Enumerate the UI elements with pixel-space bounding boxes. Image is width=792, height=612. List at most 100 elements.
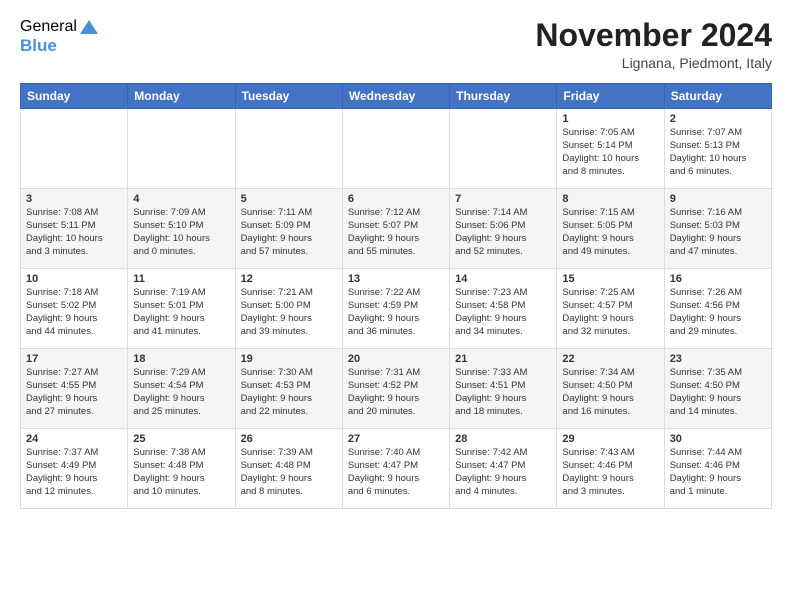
day-info: Sunrise: 7:19 AM Sunset: 5:01 PM Dayligh… [133, 287, 229, 338]
day-info: Sunrise: 7:26 AM Sunset: 4:56 PM Dayligh… [670, 287, 766, 338]
table-row: 5Sunrise: 7:11 AM Sunset: 5:09 PM Daylig… [235, 189, 342, 269]
table-row: 11 Sunrise: 7:19 AM Sunset: 5:01 PM Dayli… [128, 269, 235, 349]
col-friday: Friday [557, 84, 664, 109]
table-row: 9Sunrise: 7:16 AM Sunset: 5:03 PM Daylig… [664, 189, 771, 269]
logo: General Blue [20, 18, 98, 56]
logo-blue-text: Blue [20, 36, 57, 56]
table-row: 19 Sunrise: 7:30 AM Sunset: 4:53 PM Dayli… [235, 349, 342, 429]
calendar-week-5: 24Sunrise: 7:37 AM Sunset: 4:49 PM Dayli… [21, 429, 772, 509]
day-info: Sunrise: 7:37 AM Sunset: 4:49 PM Dayligh… [26, 447, 122, 498]
table-row: 17 Sunrise: 7:27 AM Sunset: 4:55 PM Dayli… [21, 349, 128, 429]
location: Lignana, Piedmont, Italy [535, 55, 772, 71]
table-row: 25Sunrise: 7:38 AM Sunset: 4:48 PM Dayli… [128, 429, 235, 509]
day-number: 28 [455, 433, 551, 445]
day-number: 18 [133, 353, 229, 365]
day-info: Sunrise: 7:18 AM Sunset: 5:02 PM Dayligh… [26, 287, 122, 338]
day-info: Sunrise: 7:34 AM Sunset: 4:50 PM Dayligh… [562, 367, 658, 418]
header: General Blue November 2024 Lignana, Pied… [20, 18, 772, 71]
col-tuesday: Tuesday [235, 84, 342, 109]
table-row [235, 109, 342, 189]
day-number: 27 [348, 433, 444, 445]
table-row: 16 Sunrise: 7:26 AM Sunset: 4:56 PM Dayli… [664, 269, 771, 349]
table-row: 29 Sunrise: 7:43 AM Sunset: 4:46 PM Dayli… [557, 429, 664, 509]
day-number: 19 [241, 353, 337, 365]
table-row: 3 Sunrise: 7:08 AM Sunset: 5:11 PM Daylig… [21, 189, 128, 269]
table-row: 8Sunrise: 7:15 AM Sunset: 5:05 PM Daylig… [557, 189, 664, 269]
table-row: 14Sunrise: 7:23 AM Sunset: 4:58 PM Dayli… [450, 269, 557, 349]
day-info: Sunrise: 7:05 AM Sunset: 5:14 PM Dayligh… [562, 127, 658, 178]
day-number: 17 [26, 353, 122, 365]
day-info: Sunrise: 7:30 AM Sunset: 4:53 PM Dayligh… [241, 367, 337, 418]
table-row [342, 109, 449, 189]
day-number: 1 [562, 113, 658, 125]
day-info: Sunrise: 7:44 AM Sunset: 4:46 PM Dayligh… [670, 447, 766, 498]
day-number: 4 [133, 193, 229, 205]
header-row: Sunday Monday Tuesday Wednesday Thursday… [21, 84, 772, 109]
day-number: 11 [133, 273, 229, 285]
day-info: Sunrise: 7:38 AM Sunset: 4:48 PM Dayligh… [133, 447, 229, 498]
day-info: Sunrise: 7:40 AM Sunset: 4:47 PM Dayligh… [348, 447, 444, 498]
table-row: 21 Sunrise: 7:33 AM Sunset: 4:51 PM Dayli… [450, 349, 557, 429]
day-number: 9 [670, 193, 766, 205]
table-row: 22 Sunrise: 7:34 AM Sunset: 4:50 PM Dayli… [557, 349, 664, 429]
table-row [128, 109, 235, 189]
table-row: 6 Sunrise: 7:12 AM Sunset: 5:07 PM Daylig… [342, 189, 449, 269]
table-row: 30 Sunrise: 7:44 AM Sunset: 4:46 PM Dayli… [664, 429, 771, 509]
day-number: 23 [670, 353, 766, 365]
day-number: 20 [348, 353, 444, 365]
day-info: Sunrise: 7:27 AM Sunset: 4:55 PM Dayligh… [26, 367, 122, 418]
table-row [21, 109, 128, 189]
table-row: 26 Sunrise: 7:39 AM Sunset: 4:48 PM Dayli… [235, 429, 342, 509]
logo-icon [80, 20, 98, 34]
day-info: Sunrise: 7:15 AM Sunset: 5:05 PM Dayligh… [562, 207, 658, 258]
day-info: Sunrise: 7:43 AM Sunset: 4:46 PM Dayligh… [562, 447, 658, 498]
day-number: 10 [26, 273, 122, 285]
day-number: 7 [455, 193, 551, 205]
day-number: 26 [241, 433, 337, 445]
col-thursday: Thursday [450, 84, 557, 109]
calendar-week-2: 3 Sunrise: 7:08 AM Sunset: 5:11 PM Daylig… [21, 189, 772, 269]
day-info: Sunrise: 7:31 AM Sunset: 4:52 PM Dayligh… [348, 367, 444, 418]
logo-blue: Blue [20, 36, 57, 56]
table-row: 28 Sunrise: 7:42 AM Sunset: 4:47 PM Dayli… [450, 429, 557, 509]
day-number: 6 [348, 193, 444, 205]
table-row: 15 Sunrise: 7:25 AM Sunset: 4:57 PM Dayli… [557, 269, 664, 349]
table-row: 18 Sunrise: 7:29 AM Sunset: 4:54 PM Dayli… [128, 349, 235, 429]
day-number: 21 [455, 353, 551, 365]
day-number: 3 [26, 193, 122, 205]
table-row: 2 Sunrise: 7:07 AM Sunset: 5:13 PM Daylig… [664, 109, 771, 189]
table-row: 13Sunrise: 7:22 AM Sunset: 4:59 PM Dayli… [342, 269, 449, 349]
col-monday: Monday [128, 84, 235, 109]
table-row: 23 Sunrise: 7:35 AM Sunset: 4:50 PM Dayli… [664, 349, 771, 429]
day-info: Sunrise: 7:35 AM Sunset: 4:50 PM Dayligh… [670, 367, 766, 418]
day-number: 30 [670, 433, 766, 445]
day-info: Sunrise: 7:33 AM Sunset: 4:51 PM Dayligh… [455, 367, 551, 418]
title-area: November 2024 Lignana, Piedmont, Italy [535, 18, 772, 71]
day-info: Sunrise: 7:09 AM Sunset: 5:10 PM Dayligh… [133, 207, 229, 258]
table-row: 1 Sunrise: 7:05 AM Sunset: 5:14 PM Daylig… [557, 109, 664, 189]
day-info: Sunrise: 7:14 AM Sunset: 5:06 PM Dayligh… [455, 207, 551, 258]
day-number: 15 [562, 273, 658, 285]
day-info: Sunrise: 7:12 AM Sunset: 5:07 PM Dayligh… [348, 207, 444, 258]
day-number: 2 [670, 113, 766, 125]
month-title: November 2024 [535, 18, 772, 53]
day-info: Sunrise: 7:39 AM Sunset: 4:48 PM Dayligh… [241, 447, 337, 498]
day-info: Sunrise: 7:25 AM Sunset: 4:57 PM Dayligh… [562, 287, 658, 338]
day-info: Sunrise: 7:42 AM Sunset: 4:47 PM Dayligh… [455, 447, 551, 498]
calendar: Sunday Monday Tuesday Wednesday Thursday… [20, 83, 772, 509]
table-row: 24Sunrise: 7:37 AM Sunset: 4:49 PM Dayli… [21, 429, 128, 509]
day-info: Sunrise: 7:07 AM Sunset: 5:13 PM Dayligh… [670, 127, 766, 178]
calendar-week-3: 10 Sunrise: 7:18 AM Sunset: 5:02 PM Dayli… [21, 269, 772, 349]
col-saturday: Saturday [664, 84, 771, 109]
day-info: Sunrise: 7:22 AM Sunset: 4:59 PM Dayligh… [348, 287, 444, 338]
table-row: 27 Sunrise: 7:40 AM Sunset: 4:47 PM Dayli… [342, 429, 449, 509]
day-info: Sunrise: 7:08 AM Sunset: 5:11 PM Dayligh… [26, 207, 122, 258]
day-info: Sunrise: 7:29 AM Sunset: 4:54 PM Dayligh… [133, 367, 229, 418]
day-number: 12 [241, 273, 337, 285]
day-number: 29 [562, 433, 658, 445]
day-number: 5 [241, 193, 337, 205]
table-row: 10 Sunrise: 7:18 AM Sunset: 5:02 PM Dayli… [21, 269, 128, 349]
calendar-week-4: 17 Sunrise: 7:27 AM Sunset: 4:55 PM Dayli… [21, 349, 772, 429]
day-number: 22 [562, 353, 658, 365]
day-number: 16 [670, 273, 766, 285]
